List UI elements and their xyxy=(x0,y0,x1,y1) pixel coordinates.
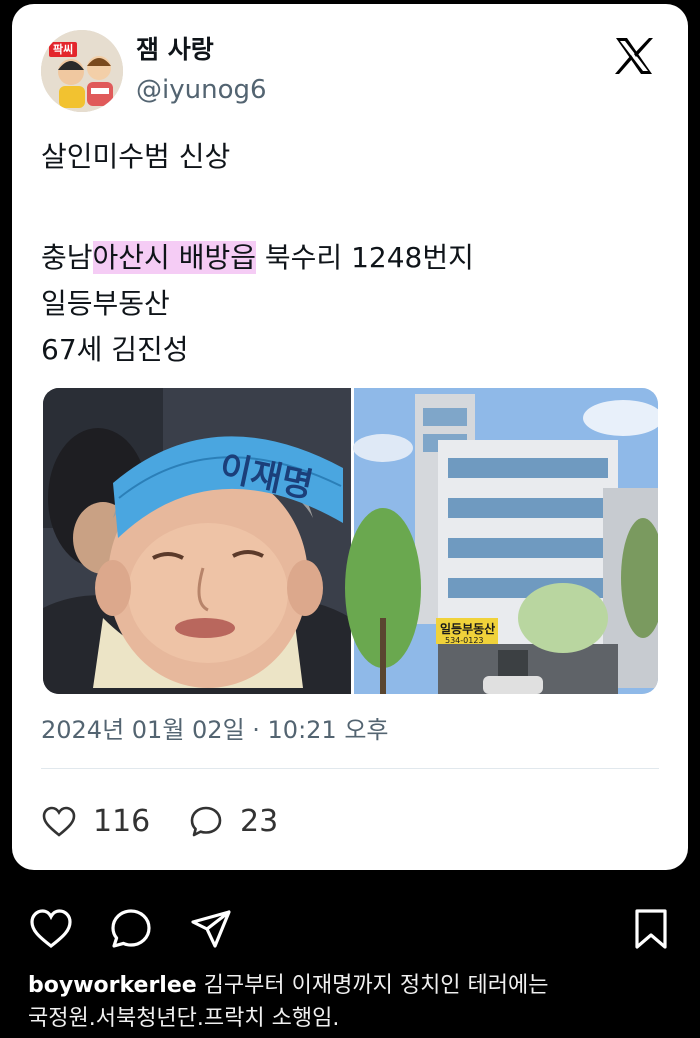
tweet-media-photos: 이재명 일등부동산 534-0123 xyxy=(43,388,658,694)
tweet-text-highlight: 아산시 배방읍 xyxy=(92,241,256,274)
speech-bubble-icon xyxy=(190,806,222,837)
author-display-name[interactable]: 잼 사랑 xyxy=(136,34,214,66)
tweet-divider xyxy=(41,768,659,769)
bookmark-icon[interactable] xyxy=(628,906,674,952)
post-caption-line-1: boyworkerlee 김구부터 이재명까지 정치인 테러에는 xyxy=(28,970,549,1002)
tweet-text-line-2: 충남아산시 배방읍 북수리 1248번지 xyxy=(41,240,474,276)
heart-icon xyxy=(42,806,76,837)
tweet-card[interactable]: 팍씨 잼 사랑 @iyunog6 살인미수범 신상 충남아산시 배방읍 북수리 … xyxy=(12,4,688,870)
building-sign-text: 일등부동산 xyxy=(440,621,495,636)
tweet-text-line-1: 살인미수범 신상 xyxy=(41,140,231,173)
like-action[interactable]: 116 xyxy=(41,802,150,842)
like-heart-icon[interactable] xyxy=(28,906,74,952)
reply-action[interactable]: 23 xyxy=(188,802,278,842)
caption-username[interactable]: boyworkerlee xyxy=(28,973,197,998)
like-count: 116 xyxy=(93,804,151,839)
photo-portrait: 이재명 xyxy=(43,388,351,694)
screenshot-root: 팍씨 잼 사랑 @iyunog6 살인미수범 신상 충남아산시 배방읍 북수리 … xyxy=(0,0,700,1038)
post-caption-line-2: 국정원.서북청년단.프락치 소행임. xyxy=(28,1006,340,1031)
tweet-media[interactable]: 이재명 일등부동산 534-0123 xyxy=(43,388,658,694)
tweet-text-line-2-prefix: 충남 xyxy=(41,241,93,274)
share-send-icon[interactable] xyxy=(188,906,234,952)
caption-text-1: 김구부터 이재명까지 정치인 테러에는 xyxy=(196,973,549,998)
tweet-text-line-3: 일등부동산 xyxy=(41,287,170,320)
author-handle[interactable]: @iyunog6 xyxy=(136,74,267,106)
x-logo-icon[interactable] xyxy=(612,34,656,78)
reply-count: 23 xyxy=(240,804,279,839)
comment-icon[interactable] xyxy=(108,906,154,952)
photo-building: 일등부동산 534-0123 xyxy=(345,388,658,694)
tweet-text-line-4: 67세 김진성 xyxy=(41,333,189,366)
tweet-timestamp[interactable]: 2024년 01월 02일 · 10:21 오후 xyxy=(41,714,389,746)
author-avatar[interactable]: 팍씨 xyxy=(41,30,123,112)
building-sign-phone: 534-0123 xyxy=(445,636,484,645)
tweet-text-line-2-suffix: 북수리 1248번지 xyxy=(256,241,474,274)
avatar-tag-label: 팍씨 xyxy=(49,42,78,57)
